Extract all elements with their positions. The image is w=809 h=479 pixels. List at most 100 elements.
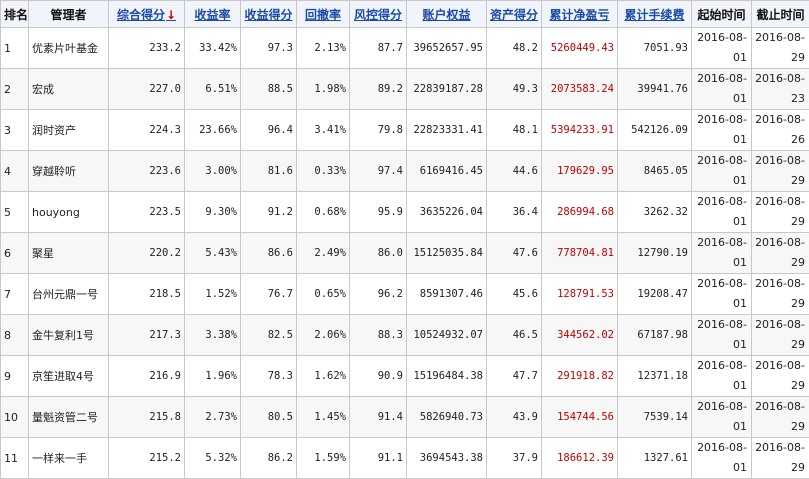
cell-end-date: 2016-08-29	[752, 151, 809, 192]
cell-asset-score: 46.5	[487, 315, 542, 356]
start-date-day: 01	[695, 417, 747, 437]
cell-manager: 金牛复利1号	[29, 315, 109, 356]
cell-equity: 15125035.84	[407, 233, 487, 274]
cell-start-date: 2016-08-01	[692, 69, 752, 110]
col-header-asset-score[interactable]: 资产得分	[487, 1, 542, 28]
end-date-day: 26	[755, 130, 805, 150]
table-row: 9京笙进取4号216.91.96%78.31.62%90.915196484.3…	[1, 356, 809, 397]
cell-start-date: 2016-08-01	[692, 233, 752, 274]
cell-asset-score: 36.4	[487, 192, 542, 233]
cell-equity: 39652657.95	[407, 28, 487, 69]
end-date-day: 29	[755, 253, 805, 273]
cell-manager: houyong	[29, 192, 109, 233]
end-date-day: 29	[755, 417, 805, 437]
cell-fees: 7051.93	[618, 28, 692, 69]
cell-return-score: 91.2	[241, 192, 297, 233]
cell-rank: 4	[1, 151, 29, 192]
end-date-day: 29	[755, 212, 805, 232]
cell-net-pnl: 128791.53	[542, 274, 618, 315]
cell-asset-score: 47.7	[487, 356, 542, 397]
cell-manager: 聚星	[29, 233, 109, 274]
cell-fees: 19208.47	[618, 274, 692, 315]
col-header-fees[interactable]: 累计手续费	[618, 1, 692, 28]
cell-equity: 6169416.45	[407, 151, 487, 192]
start-date-month: 2016-08-	[695, 397, 747, 417]
cell-start-date: 2016-08-01	[692, 274, 752, 315]
cell-start-date: 2016-08-01	[692, 28, 752, 69]
cell-return-score: 86.6	[241, 233, 297, 274]
end-date-day: 29	[755, 335, 805, 355]
cell-return-rate: 5.32%	[185, 438, 241, 479]
cell-start-date: 2016-08-01	[692, 151, 752, 192]
start-date-month: 2016-08-	[695, 69, 747, 89]
cell-end-date: 2016-08-26	[752, 110, 809, 151]
cell-asset-score: 49.3	[487, 69, 542, 110]
cell-return-score: 86.2	[241, 438, 297, 479]
ranking-table: 排名 管理者 综合得分↓ 收益率 收益得分 回撤率 风控得分 账户权益 资产得分…	[0, 0, 809, 479]
cell-drawdown: 1.62%	[297, 356, 350, 397]
cell-net-pnl: 778704.81	[542, 233, 618, 274]
table-row: 10量魁资管二号215.82.73%80.51.45%91.45826940.7…	[1, 397, 809, 438]
col-header-end: 截止时间	[752, 1, 809, 28]
cell-end-date: 2016-08-29	[752, 397, 809, 438]
cell-return-score: 76.7	[241, 274, 297, 315]
cell-manager: 台州元鼎一号	[29, 274, 109, 315]
cell-risk-score: 91.4	[350, 397, 407, 438]
col-header-score[interactable]: 综合得分↓	[109, 1, 185, 28]
end-date-month: 2016-08-	[755, 192, 805, 212]
col-header-return-score[interactable]: 收益得分	[241, 1, 297, 28]
cell-start-date: 2016-08-01	[692, 192, 752, 233]
cell-score: 216.9	[109, 356, 185, 397]
cell-risk-score: 88.3	[350, 315, 407, 356]
cell-rank: 9	[1, 356, 29, 397]
start-date-month: 2016-08-	[695, 192, 747, 212]
end-date-month: 2016-08-	[755, 356, 805, 376]
cell-score: 218.5	[109, 274, 185, 315]
cell-return-rate: 1.52%	[185, 274, 241, 315]
end-date-day: 29	[755, 458, 805, 478]
cell-score: 223.6	[109, 151, 185, 192]
end-date-month: 2016-08-	[755, 69, 805, 89]
cell-rank: 5	[1, 192, 29, 233]
cell-return-score: 88.5	[241, 69, 297, 110]
cell-drawdown: 2.06%	[297, 315, 350, 356]
end-date-month: 2016-08-	[755, 397, 805, 417]
col-header-start: 起始时间	[692, 1, 752, 28]
col-header-equity[interactable]: 账户权益	[407, 1, 487, 28]
cell-net-pnl: 286994.68	[542, 192, 618, 233]
cell-asset-score: 37.9	[487, 438, 542, 479]
col-header-return-rate[interactable]: 收益率	[185, 1, 241, 28]
end-date-month: 2016-08-	[755, 28, 805, 48]
cell-rank: 1	[1, 28, 29, 69]
cell-net-pnl: 179629.95	[542, 151, 618, 192]
cell-return-score: 96.4	[241, 110, 297, 151]
end-date-month: 2016-08-	[755, 274, 805, 294]
end-date-day: 23	[755, 89, 805, 109]
cell-fees: 12790.19	[618, 233, 692, 274]
start-date-month: 2016-08-	[695, 151, 747, 171]
cell-end-date: 2016-08-29	[752, 438, 809, 479]
cell-drawdown: 1.45%	[297, 397, 350, 438]
col-header-risk-score[interactable]: 风控得分	[350, 1, 407, 28]
cell-equity: 5826940.73	[407, 397, 487, 438]
cell-drawdown: 2.13%	[297, 28, 350, 69]
cell-fees: 12371.18	[618, 356, 692, 397]
cell-risk-score: 96.2	[350, 274, 407, 315]
col-header-net-pnl[interactable]: 累计净盈亏	[542, 1, 618, 28]
cell-end-date: 2016-08-29	[752, 28, 809, 69]
end-date-month: 2016-08-	[755, 438, 805, 458]
cell-start-date: 2016-08-01	[692, 438, 752, 479]
cell-asset-score: 44.6	[487, 151, 542, 192]
cell-rank: 8	[1, 315, 29, 356]
cell-drawdown: 0.68%	[297, 192, 350, 233]
cell-rank: 11	[1, 438, 29, 479]
start-date-day: 01	[695, 171, 747, 191]
cell-end-date: 2016-08-29	[752, 356, 809, 397]
cell-return-rate: 2.73%	[185, 397, 241, 438]
start-date-day: 01	[695, 130, 747, 150]
cell-start-date: 2016-08-01	[692, 315, 752, 356]
cell-score: 233.2	[109, 28, 185, 69]
cell-equity: 3635226.04	[407, 192, 487, 233]
col-header-score-label[interactable]: 综合得分	[117, 8, 165, 22]
col-header-drawdown[interactable]: 回撤率	[297, 1, 350, 28]
